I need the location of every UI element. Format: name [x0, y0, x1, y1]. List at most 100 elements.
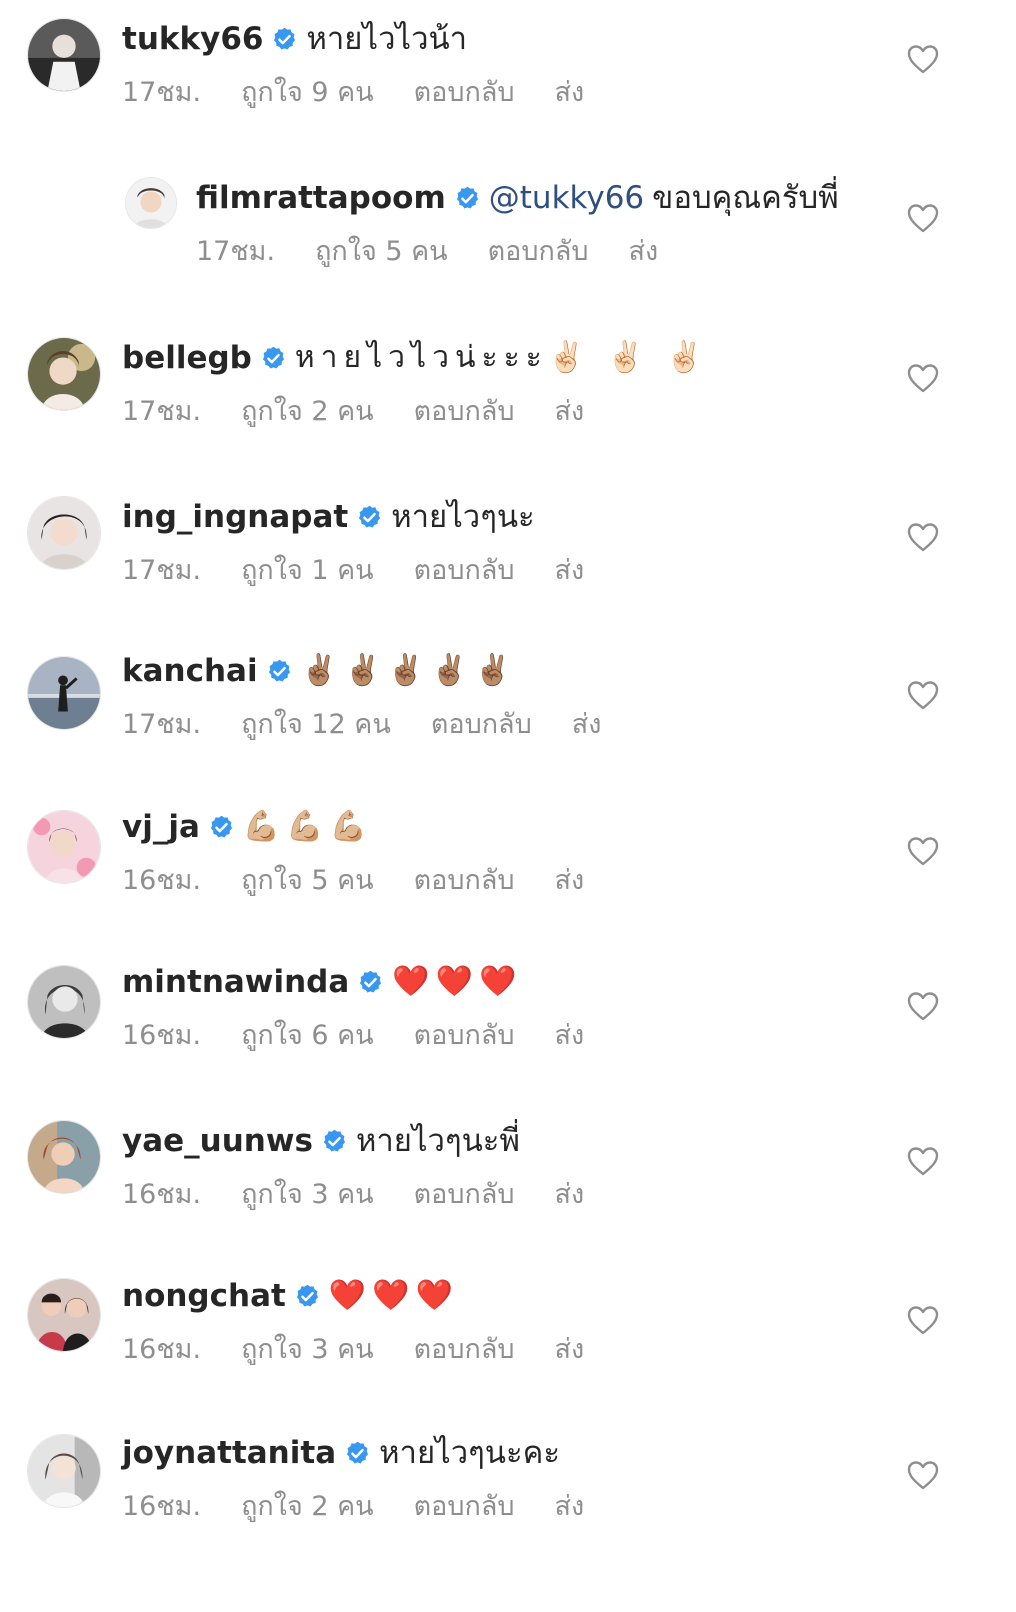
reply-button[interactable]: ตอบกลับ — [488, 235, 589, 269]
comment-text-line: nongchat ❤️❤️❤️ — [122, 1276, 459, 1316]
send-button[interactable]: ส่ง — [555, 1333, 585, 1367]
username-link[interactable]: yae_uunws — [122, 1121, 313, 1161]
comment-text: หายไวๆนะพี่ — [355, 1123, 520, 1159]
likes-count-link[interactable]: ถูกใจ 2 คน — [241, 395, 374, 429]
avatar[interactable] — [27, 1434, 101, 1508]
send-button[interactable]: ส่ง — [555, 1019, 585, 1053]
heart-outline-icon[interactable] — [907, 680, 939, 710]
comment-text-line: mintnawinda ❤️❤️❤️ — [122, 962, 522, 1002]
reply-button[interactable]: ตอบกลับ — [414, 1178, 515, 1212]
comment-meta: 16ชม. ถูกใจ 6 คน ตอบกลับ ส่ง — [122, 1019, 624, 1053]
comment-list: tukky66 หายไวไวน้า 17ชม. ถูกใจ 9 คน ตอบก… — [0, 0, 1016, 1612]
comment-text: ขอบคุณครับพี่ — [652, 180, 839, 216]
comment-meta: 17ชม. ถูกใจ 12 คน ตอบกลับ ส่ง — [122, 708, 641, 742]
reply-button[interactable]: ตอบกลับ — [414, 1490, 515, 1524]
likes-count-link[interactable]: ถูกใจ 5 คน — [241, 864, 374, 898]
likes-count-link[interactable]: ถูกใจ 1 คน — [241, 554, 374, 588]
comment-time: 16ชม. — [122, 1179, 202, 1210]
username-link[interactable]: ing_ingnapat — [122, 497, 348, 537]
username-link[interactable]: bellegb — [122, 338, 252, 378]
username-link[interactable]: nongchat — [122, 1276, 286, 1316]
comment-meta: 16ชม. ถูกใจ 3 คน ตอบกลับ ส่ง — [122, 1178, 624, 1212]
comment-text: หายไวไวน่ะะะ✌🏻 ✌🏻 ✌🏻 — [294, 340, 709, 375]
reply-button[interactable]: ตอบกลับ — [414, 395, 515, 429]
send-button[interactable]: ส่ง — [555, 864, 585, 898]
avatar[interactable] — [27, 1278, 101, 1352]
username-link[interactable]: mintnawinda — [122, 962, 349, 1002]
username-link[interactable]: joynattanita — [122, 1433, 336, 1473]
heart-outline-icon[interactable] — [907, 522, 939, 552]
reply-button[interactable]: ตอบกลับ — [414, 76, 515, 110]
comment-item: tukky66 หายไวไวน้า 17ชม. ถูกใจ 9 คน ตอบก… — [0, 0, 1016, 110]
comment-meta: 16ชม. ถูกใจ 2 คน ตอบกลับ ส่ง — [122, 1490, 624, 1524]
comment-text-line: tukky66 หายไวไวน้า — [122, 19, 467, 59]
comment-text: 💪🏼💪🏼💪🏼 — [242, 809, 373, 844]
mention-link[interactable]: @tukky66 — [489, 178, 644, 218]
send-button[interactable]: ส่ง — [555, 1490, 585, 1524]
likes-count-link[interactable]: ถูกใจ 12 คน — [241, 708, 391, 742]
likes-count-link[interactable]: ถูกใจ 3 คน — [241, 1178, 374, 1212]
reply-button[interactable]: ตอบกลับ — [414, 1333, 515, 1367]
avatar[interactable] — [27, 656, 101, 730]
comment-meta: 17ชม. ถูกใจ 2 คน ตอบกลับ ส่ง — [122, 395, 624, 429]
reply-button[interactable]: ตอบกลับ — [431, 708, 532, 742]
username-link[interactable]: kanchai — [122, 651, 258, 691]
comment-time: 17ชม. — [122, 396, 202, 427]
comment-item: joynattanita หายไวๆนะคะ 16ชม. ถูกใจ 2 คน… — [0, 1416, 1016, 1526]
reply-button[interactable]: ตอบกลับ — [414, 864, 515, 898]
comment-meta: 17ชม. ถูกใจ 9 คน ตอบกลับ ส่ง — [122, 76, 624, 110]
likes-count-link[interactable]: ถูกใจ 5 คน — [315, 235, 448, 269]
verified-badge-icon — [356, 504, 383, 531]
avatar[interactable] — [27, 965, 101, 1039]
avatar[interactable] — [27, 337, 101, 411]
heart-outline-icon[interactable] — [907, 44, 939, 74]
avatar[interactable] — [27, 810, 101, 884]
heart-outline-icon[interactable] — [907, 991, 939, 1021]
username-link[interactable]: filmrattapoom — [196, 178, 446, 218]
comment-meta: 17ชม. ถูกใจ 5 คน ตอบกลับ ส่ง — [196, 235, 698, 269]
comment-time: 16ชม. — [122, 865, 202, 896]
heart-outline-icon[interactable] — [907, 203, 939, 233]
avatar[interactable] — [27, 18, 101, 92]
send-button[interactable]: ส่ง — [629, 235, 659, 269]
comment-text-line: ing_ingnapat หายไวๆนะ — [122, 497, 535, 537]
comment-time: 17ชม. — [122, 709, 202, 740]
username-link[interactable]: vj_ja — [122, 807, 200, 847]
comment-time: 16ชม. — [122, 1334, 202, 1365]
avatar[interactable] — [125, 177, 177, 229]
reply-button[interactable]: ตอบกลับ — [414, 1019, 515, 1053]
reply-button[interactable]: ตอบกลับ — [414, 554, 515, 588]
likes-count-link[interactable]: ถูกใจ 3 คน — [241, 1333, 374, 1367]
verified-badge-icon — [344, 1440, 371, 1467]
heart-outline-icon[interactable] — [907, 1460, 939, 1490]
comment-text: หายไวไวน้า — [306, 21, 468, 57]
likes-count-link[interactable]: ถูกใจ 6 คน — [241, 1019, 374, 1053]
send-button[interactable]: ส่ง — [572, 708, 602, 742]
heart-outline-icon[interactable] — [907, 363, 939, 393]
likes-count-link[interactable]: ถูกใจ 9 คน — [241, 76, 374, 110]
comment-item: mintnawinda ❤️❤️❤️ 16ชม. ถูกใจ 6 คน ตอบก… — [0, 943, 1016, 1053]
comment-time: 16ชม. — [122, 1491, 202, 1522]
comment-text: ✌🏽✌🏽✌🏽✌🏽✌🏽 — [300, 653, 518, 688]
verified-badge-icon — [294, 1283, 321, 1310]
comment-text-line: kanchai ✌🏽✌🏽✌🏽✌🏽✌🏽 — [122, 651, 517, 691]
verified-badge-icon — [208, 814, 235, 841]
verified-badge-icon — [454, 185, 481, 212]
heart-outline-icon[interactable] — [907, 1146, 939, 1176]
send-button[interactable]: ส่ง — [555, 1178, 585, 1212]
comment-item: ing_ingnapat หายไวๆนะ 17ชม. ถูกใจ 1 คน ต… — [0, 478, 1016, 588]
heart-outline-icon[interactable] — [907, 836, 939, 866]
send-button[interactable]: ส่ง — [555, 554, 585, 588]
comment-text-line: bellegb หายไวไวน่ะะะ✌🏻 ✌🏻 ✌🏻 — [122, 338, 709, 378]
likes-count-link[interactable]: ถูกใจ 2 คน — [241, 1490, 374, 1524]
comment-text: ❤️❤️❤️ — [328, 1278, 459, 1313]
avatar[interactable] — [27, 496, 101, 570]
comment-item: vj_ja 💪🏼💪🏼💪🏼 16ชม. ถูกใจ 5 คน ตอบกลับ ส่… — [0, 788, 1016, 898]
heart-outline-icon[interactable] — [907, 1305, 939, 1335]
username-link[interactable]: tukky66 — [122, 19, 263, 59]
comment-text: หายไวๆนะคะ — [379, 1435, 560, 1471]
send-button[interactable]: ส่ง — [555, 395, 585, 429]
comment-item: nongchat ❤️❤️❤️ 16ชม. ถูกใจ 3 คน ตอบกลับ… — [0, 1257, 1016, 1367]
avatar[interactable] — [27, 1120, 101, 1194]
send-button[interactable]: ส่ง — [555, 76, 585, 110]
